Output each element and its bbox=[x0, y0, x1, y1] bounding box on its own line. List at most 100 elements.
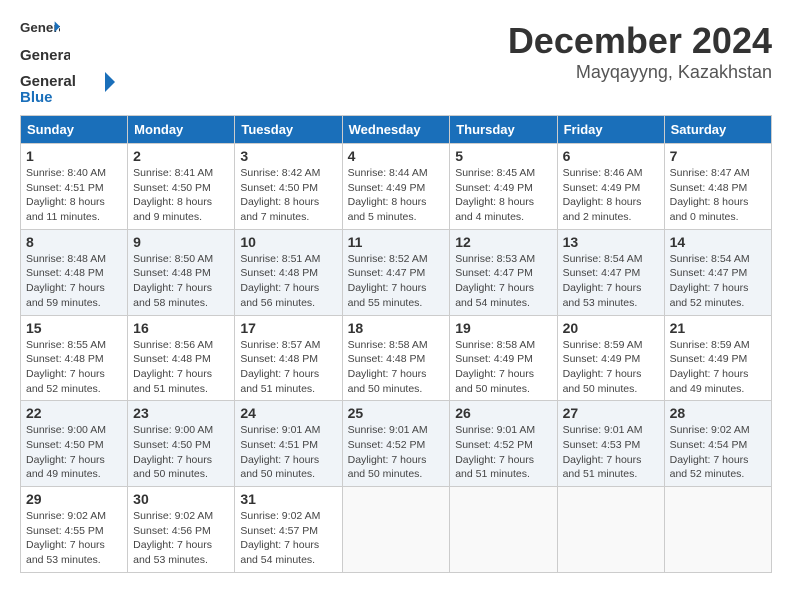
calendar-cell: 13 Sunrise: 8:54 AM Sunset: 4:47 PM Dayli… bbox=[557, 229, 664, 315]
weekday-header-tuesday: Tuesday bbox=[235, 116, 342, 144]
day-info: Sunrise: 8:54 AM Sunset: 4:47 PM Dayligh… bbox=[563, 252, 659, 311]
day-number: 16 bbox=[133, 320, 229, 336]
day-number: 3 bbox=[240, 148, 336, 164]
weekday-header-monday: Monday bbox=[128, 116, 235, 144]
day-number: 26 bbox=[455, 405, 551, 421]
calendar-cell: 14 Sunrise: 8:54 AM Sunset: 4:47 PM Dayli… bbox=[664, 229, 771, 315]
weekday-header-friday: Friday bbox=[557, 116, 664, 144]
calendar-cell: 1 Sunrise: 8:40 AM Sunset: 4:51 PM Daylig… bbox=[21, 144, 128, 230]
calendar-cell bbox=[557, 487, 664, 573]
calendar-cell: 27 Sunrise: 9:01 AM Sunset: 4:53 PM Dayli… bbox=[557, 401, 664, 487]
calendar-cell: 12 Sunrise: 8:53 AM Sunset: 4:47 PM Dayli… bbox=[450, 229, 557, 315]
day-number: 22 bbox=[26, 405, 122, 421]
day-number: 10 bbox=[240, 234, 336, 250]
calendar-cell: 3Sunrise: 8:42 AM Sunset: 4:50 PM Daylig… bbox=[235, 144, 342, 230]
calendar-cell: 18Sunrise: 8:58 AM Sunset: 4:48 PM Dayli… bbox=[342, 315, 450, 401]
day-number: 18 bbox=[348, 320, 445, 336]
day-number: 24 bbox=[240, 405, 336, 421]
calendar-cell: 17 Sunrise: 8:57 AM Sunset: 4:48 PM Dayli… bbox=[235, 315, 342, 401]
calendar-week-1: 1 Sunrise: 8:40 AM Sunset: 4:51 PM Daylig… bbox=[21, 144, 772, 230]
calendar-table: SundayMondayTuesdayWednesdayThursdayFrid… bbox=[20, 115, 772, 573]
day-number: 7 bbox=[670, 148, 766, 164]
day-info: Sunrise: 8:40 AM Sunset: 4:51 PM Dayligh… bbox=[26, 166, 122, 225]
calendar-week-3: 15 Sunrise: 8:55 AM Sunset: 4:48 PM Dayli… bbox=[21, 315, 772, 401]
calendar-cell: 22 Sunrise: 9:00 AM Sunset: 4:50 PM Dayli… bbox=[21, 401, 128, 487]
day-info: Sunrise: 8:46 AM Sunset: 4:49 PM Dayligh… bbox=[563, 166, 659, 225]
day-number: 20 bbox=[563, 320, 659, 336]
weekday-header-wednesday: Wednesday bbox=[342, 116, 450, 144]
logo-wordmark: General bbox=[20, 42, 70, 70]
calendar-week-5: 29Sunrise: 9:02 AM Sunset: 4:55 PM Dayli… bbox=[21, 487, 772, 573]
day-info: Sunrise: 8:56 AM Sunset: 4:48 PM Dayligh… bbox=[133, 338, 229, 397]
logo-bird-icon: General bbox=[20, 42, 70, 70]
calendar-cell: 21 Sunrise: 8:59 AM Sunset: 4:49 PM Dayli… bbox=[664, 315, 771, 401]
day-info: Sunrise: 9:01 AM Sunset: 4:52 PM Dayligh… bbox=[348, 423, 445, 482]
day-info: Sunrise: 8:41 AM Sunset: 4:50 PM Dayligh… bbox=[133, 166, 229, 225]
calendar-cell: 19Sunrise: 8:58 AM Sunset: 4:49 PM Dayli… bbox=[450, 315, 557, 401]
day-info: Sunrise: 8:57 AM Sunset: 4:48 PM Dayligh… bbox=[240, 338, 336, 397]
calendar-cell: 9Sunrise: 8:50 AM Sunset: 4:48 PM Daylig… bbox=[128, 229, 235, 315]
month-title: December 2024 bbox=[508, 20, 772, 62]
day-info: Sunrise: 9:00 AM Sunset: 4:50 PM Dayligh… bbox=[26, 423, 122, 482]
day-info: Sunrise: 9:02 AM Sunset: 4:56 PM Dayligh… bbox=[133, 509, 229, 568]
day-number: 9 bbox=[133, 234, 229, 250]
day-number: 12 bbox=[455, 234, 551, 250]
day-number: 30 bbox=[133, 491, 229, 507]
day-info: Sunrise: 8:44 AM Sunset: 4:49 PM Dayligh… bbox=[348, 166, 445, 225]
logo: General General General Blue bbox=[20, 20, 120, 105]
day-info: Sunrise: 9:01 AM Sunset: 4:52 PM Dayligh… bbox=[455, 423, 551, 482]
calendar-cell: 26 Sunrise: 9:01 AM Sunset: 4:52 PM Dayli… bbox=[450, 401, 557, 487]
day-number: 19 bbox=[455, 320, 551, 336]
day-info: Sunrise: 8:59 AM Sunset: 4:49 PM Dayligh… bbox=[670, 338, 766, 397]
calendar-cell: 5 Sunrise: 8:45 AM Sunset: 4:49 PM Daylig… bbox=[450, 144, 557, 230]
day-number: 27 bbox=[563, 405, 659, 421]
calendar-cell: 24 Sunrise: 9:01 AM Sunset: 4:51 PM Dayli… bbox=[235, 401, 342, 487]
location: Mayqayyng, Kazakhstan bbox=[508, 62, 772, 83]
day-info: Sunrise: 8:55 AM Sunset: 4:48 PM Dayligh… bbox=[26, 338, 122, 397]
calendar-cell: 20Sunrise: 8:59 AM Sunset: 4:49 PM Dayli… bbox=[557, 315, 664, 401]
day-info: Sunrise: 9:02 AM Sunset: 4:54 PM Dayligh… bbox=[670, 423, 766, 482]
day-number: 8 bbox=[26, 234, 122, 250]
day-number: 23 bbox=[133, 405, 229, 421]
day-info: Sunrise: 8:47 AM Sunset: 4:48 PM Dayligh… bbox=[670, 166, 766, 225]
svg-text:General: General bbox=[20, 73, 76, 90]
title-block: December 2024 Mayqayyng, Kazakhstan bbox=[508, 20, 772, 83]
day-info: Sunrise: 8:52 AM Sunset: 4:47 PM Dayligh… bbox=[348, 252, 445, 311]
calendar-cell: 8 Sunrise: 8:48 AM Sunset: 4:48 PM Daylig… bbox=[21, 229, 128, 315]
calendar-cell bbox=[450, 487, 557, 573]
day-info: Sunrise: 9:02 AM Sunset: 4:57 PM Dayligh… bbox=[240, 509, 336, 568]
calendar-cell: 30 Sunrise: 9:02 AM Sunset: 4:56 PM Dayli… bbox=[128, 487, 235, 573]
calendar-cell: 31Sunrise: 9:02 AM Sunset: 4:57 PM Dayli… bbox=[235, 487, 342, 573]
day-info: Sunrise: 9:01 AM Sunset: 4:51 PM Dayligh… bbox=[240, 423, 336, 482]
weekday-header-sunday: Sunday bbox=[21, 116, 128, 144]
svg-text:Blue: Blue bbox=[20, 89, 53, 105]
day-info: Sunrise: 8:54 AM Sunset: 4:47 PM Dayligh… bbox=[670, 252, 766, 311]
day-number: 2 bbox=[133, 148, 229, 164]
calendar-week-2: 8 Sunrise: 8:48 AM Sunset: 4:48 PM Daylig… bbox=[21, 229, 772, 315]
calendar-week-4: 22 Sunrise: 9:00 AM Sunset: 4:50 PM Dayli… bbox=[21, 401, 772, 487]
day-info: Sunrise: 9:00 AM Sunset: 4:50 PM Dayligh… bbox=[133, 423, 229, 482]
day-info: Sunrise: 9:01 AM Sunset: 4:53 PM Dayligh… bbox=[563, 423, 659, 482]
day-number: 15 bbox=[26, 320, 122, 336]
logo-icon: General bbox=[20, 20, 60, 40]
calendar-cell: 29Sunrise: 9:02 AM Sunset: 4:55 PM Dayli… bbox=[21, 487, 128, 573]
day-number: 6 bbox=[563, 148, 659, 164]
day-number: 21 bbox=[670, 320, 766, 336]
calendar-cell: 4Sunrise: 8:44 AM Sunset: 4:49 PM Daylig… bbox=[342, 144, 450, 230]
day-number: 17 bbox=[240, 320, 336, 336]
calendar-cell: 25 Sunrise: 9:01 AM Sunset: 4:52 PM Dayli… bbox=[342, 401, 450, 487]
day-number: 5 bbox=[455, 148, 551, 164]
calendar-cell: 28Sunrise: 9:02 AM Sunset: 4:54 PM Dayli… bbox=[664, 401, 771, 487]
calendar-cell: 7 Sunrise: 8:47 AM Sunset: 4:48 PM Daylig… bbox=[664, 144, 771, 230]
day-number: 13 bbox=[563, 234, 659, 250]
day-number: 1 bbox=[26, 148, 122, 164]
day-info: Sunrise: 8:45 AM Sunset: 4:49 PM Dayligh… bbox=[455, 166, 551, 225]
calendar-cell: 10Sunrise: 8:51 AM Sunset: 4:48 PM Dayli… bbox=[235, 229, 342, 315]
day-info: Sunrise: 8:48 AM Sunset: 4:48 PM Dayligh… bbox=[26, 252, 122, 311]
day-number: 25 bbox=[348, 405, 445, 421]
day-number: 29 bbox=[26, 491, 122, 507]
calendar-cell bbox=[664, 487, 771, 573]
day-number: 14 bbox=[670, 234, 766, 250]
day-info: Sunrise: 8:53 AM Sunset: 4:47 PM Dayligh… bbox=[455, 252, 551, 311]
page-header: General General General Blue December 20… bbox=[20, 20, 772, 105]
